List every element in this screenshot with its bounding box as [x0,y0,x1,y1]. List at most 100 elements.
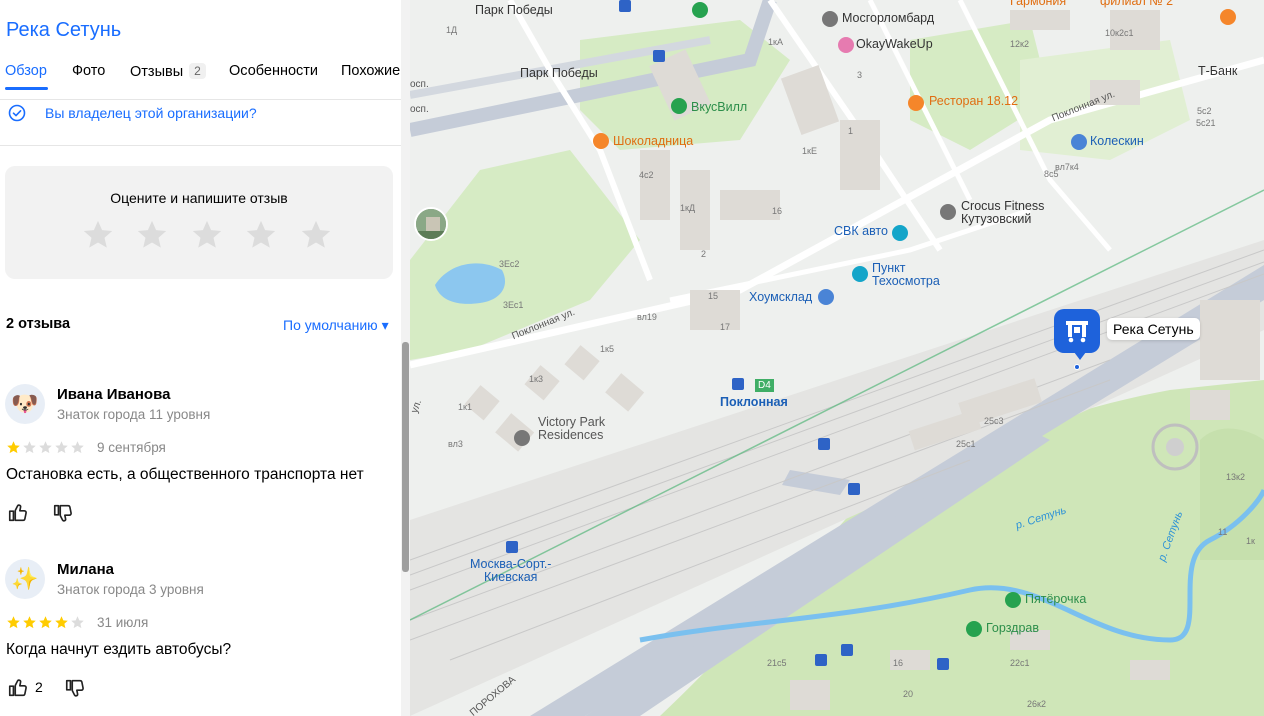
map-label-victory-park[interactable]: Victory Park Residences [538,416,605,442]
selected-stop-pin[interactable] [1054,309,1100,353]
thumbs-down-icon[interactable] [52,502,74,524]
map-label-garmonia[interactable]: Гармония [1010,0,1066,8]
map-label-filial[interactable]: филиал № 2 [1100,0,1173,8]
building-number: 21с5 [767,658,787,668]
map-label-koleskin[interactable]: Колескин [1090,135,1144,148]
tab-similar[interactable]: Похожие м [341,63,404,79]
avatar[interactable]: 🐶 [5,384,45,424]
building-number: вл19 [637,312,657,322]
avatar[interactable]: ✨ [5,559,45,599]
building-number: 1кА [768,37,783,47]
flower-icon[interactable] [838,37,854,53]
thumbs-up-icon[interactable] [7,502,29,524]
train-station-icon[interactable] [732,378,744,390]
review-author-level: Знаток города 3 уровня [57,582,204,597]
panel-scrollbar-thumb[interactable] [402,342,409,572]
car-inspection-icon[interactable] [852,266,868,282]
review-date: 31 июля [97,615,149,630]
bus-stop-icon[interactable] [619,0,631,12]
tab-overview[interactable]: Обзор [5,63,47,79]
review-author[interactable]: Милана [57,561,114,578]
review-rating [6,440,86,456]
tab-features[interactable]: Особенности [229,63,318,79]
rate-star-4-icon[interactable] [244,218,278,252]
building-number: 3Ес1 [503,300,524,310]
review-text: Остановка есть, а общественного транспор… [6,466,364,483]
star-empty-icon [71,441,84,454]
grocery-store-icon[interactable] [671,98,687,114]
sort-dropdown[interactable]: По умолчанию ▾ [283,317,389,334]
map-label-poklonnaya-station[interactable]: Поклонная [720,396,788,409]
cafe-icon[interactable] [593,133,609,149]
review-item: ✨ Милана Знаток города 3 уровня 31 июля … [0,559,400,716]
pin-location-dot [1074,364,1080,370]
restaurant-icon[interactable] [908,95,924,111]
place-card-panel: Река Сетунь Обзор Фото Отзывы 2 Особеннос… [0,0,404,716]
star-empty-icon [23,441,36,454]
supermarket-icon[interactable] [1005,592,1021,608]
building-number: 3Ес2 [499,259,520,269]
building-number: 1кЕ [802,146,817,156]
pin-label[interactable]: Река Сетунь [1107,318,1200,340]
car-service-icon[interactable] [892,225,908,241]
photo-thumbnail[interactable] [414,207,448,241]
building-number: вл7к4 [1055,162,1079,172]
owner-claim-link[interactable]: Вы владелец этой организации? [45,105,257,121]
map-label-gorzdrav[interactable]: Горздрав [986,622,1039,635]
map-label-moskva-sort[interactable]: Москва-Сорт.- Киевская [470,558,551,584]
building-number: 25с1 [956,439,976,449]
map-label-vkusvill[interactable]: ВкусВилл [691,101,747,114]
map-view[interactable]: Парк Победы Парк Победы Мосгорломбард Ok… [410,0,1264,716]
map-label-metro-park-pobedy[interactable]: Парк Победы [520,67,598,80]
review-text: Когда начнут ездить автобусы? [6,641,232,658]
building-number: 10к2с1 [1105,28,1134,38]
map-label-crocus-fitness[interactable]: Crocus Fitness Кутузовский [961,200,1044,226]
thumbs-up-icon[interactable] [7,677,29,699]
bus-stop-icon[interactable] [841,644,853,656]
rate-star-1-icon[interactable] [81,218,115,252]
shop-icon[interactable] [1071,134,1087,150]
tab-reviews[interactable]: Отзывы 2 [130,63,206,80]
bank-icon[interactable] [1220,9,1236,25]
place-title[interactable]: Река Сетунь [6,19,121,42]
divider [0,145,404,146]
train-station-icon[interactable] [506,541,518,553]
tab-reviews-label: Отзывы [130,64,184,80]
review-author[interactable]: Ивана Иванова [57,386,170,403]
map-label-street: осп. [410,79,429,90]
store-icon[interactable] [818,289,834,305]
map-label-punkt-tehosmotra[interactable]: Пункт Техосмотра [872,262,940,288]
thumbs-down-icon[interactable] [64,677,86,699]
residence-icon[interactable] [514,430,530,446]
map-label-mosgorlombard[interactable]: Мосгорломбард [842,12,934,25]
building-number: 25с3 [984,416,1004,426]
rate-star-5-icon[interactable] [299,218,333,252]
pawnshop-icon[interactable] [822,11,838,27]
map-label-restoran[interactable]: Ресторан 18.12 [929,95,1018,108]
map-label-park-pobedy[interactable]: Парк Победы [475,4,553,17]
star-filled-icon [55,616,68,629]
map-label-t-bank[interactable]: Т-Банк [1198,65,1237,78]
map-label-houmsklad[interactable]: Хоумсклад [749,291,812,304]
pharmacy-icon[interactable] [966,621,982,637]
bus-stop-icon[interactable] [848,483,860,495]
bus-stop-icon[interactable] [653,50,665,62]
map-label-okaywakeup[interactable]: OkayWakeUp [856,38,933,51]
map-label-pyaterochka[interactable]: Пятёрочка [1025,593,1086,606]
building-number: 16 [772,206,783,216]
bus-stop-icon[interactable] [818,438,830,450]
map-label-svk-avto[interactable]: СВК авто [834,225,888,238]
rate-star-3-icon[interactable] [190,218,224,252]
bus-stop-icon[interactable] [815,654,827,666]
building-number: 4с2 [639,170,654,180]
map-label-shokoladnica[interactable]: Шоколадница [613,135,693,148]
star-filled-icon [7,441,20,454]
map-label-d4[interactable]: D4 [755,379,774,392]
tab-photo[interactable]: Фото [72,63,105,79]
bus-stop-icon[interactable] [937,658,949,670]
verified-check-icon [8,104,26,122]
monument-icon[interactable] [692,2,708,18]
review-item: 🐶 Ивана Иванова Знаток города 11 уровня … [0,384,400,544]
fitness-icon[interactable] [940,204,956,220]
rate-star-2-icon[interactable] [135,218,169,252]
